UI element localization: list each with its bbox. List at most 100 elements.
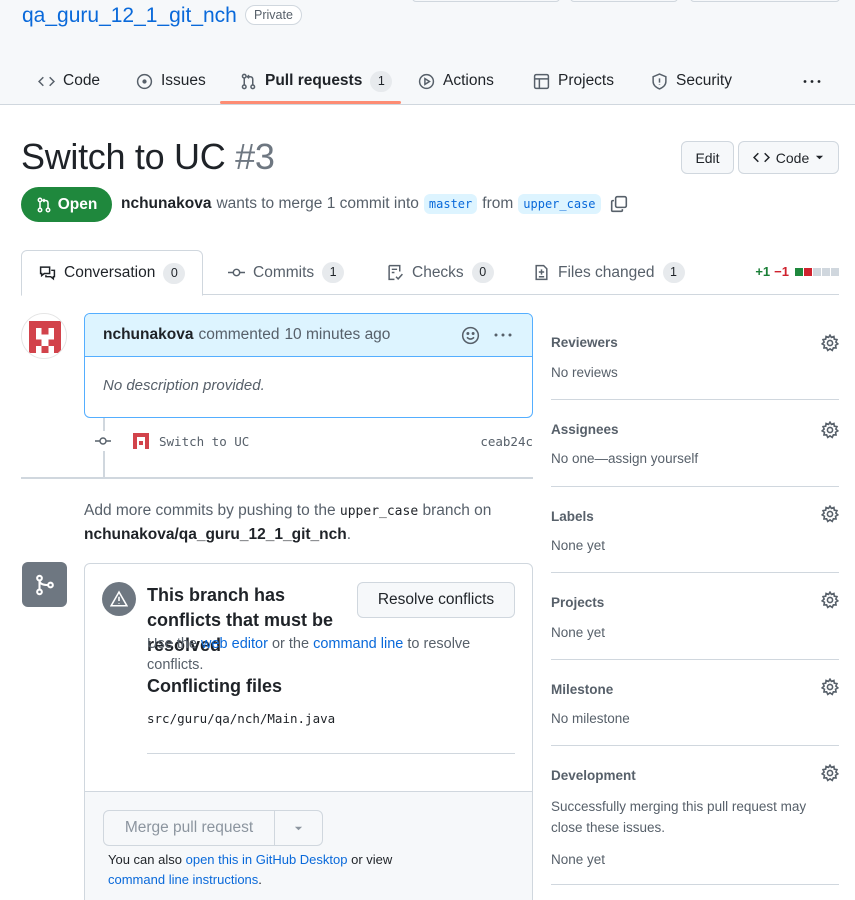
nav-label: Issues	[161, 72, 206, 89]
diffstat-deletions: −1	[774, 264, 789, 279]
comment-header: nchunakova commented 10 minutes ago	[85, 314, 532, 357]
comment-action: commented	[198, 326, 280, 343]
visibility-badge: Private	[245, 5, 302, 25]
sidebar-heading: Assignees	[551, 422, 619, 437]
tab-counter: 1	[662, 262, 685, 283]
kebab-horizontal-icon	[803, 79, 821, 83]
tab-files-changed[interactable]: Files changed 1	[533, 250, 685, 295]
repo-name-link[interactable]: qa_guru_12_1_git_nch	[22, 4, 237, 28]
commit-message-link[interactable]: Switch to UC	[159, 434, 249, 449]
command-line-instructions-link[interactable]: command line instructions	[108, 872, 258, 887]
pr-counter: 1	[370, 70, 393, 92]
code-icon	[752, 152, 770, 163]
nav-label: Code	[63, 72, 101, 89]
hint-text: Add more commits by pushing to the	[84, 502, 336, 519]
open-in-desktop-link[interactable]: open this in GitHub Desktop	[186, 852, 348, 867]
triangle-down-icon	[816, 155, 824, 160]
pr-author-link[interactable]: nchunakova	[121, 195, 211, 213]
sidebar-value: None yet	[551, 538, 606, 553]
assign-yourself-link[interactable]: No one—assign yourself	[551, 448, 698, 469]
nav-security[interactable]: Security	[651, 58, 732, 104]
git-pull-request-icon	[37, 197, 51, 212]
code-dropdown-button[interactable]: Code	[738, 141, 839, 174]
pr-state-badge: Open	[21, 187, 112, 222]
diffstat: +1 −1	[755, 264, 839, 279]
comment-timestamp[interactable]: 10 minutes ago	[284, 326, 390, 344]
kebab-horizontal-icon[interactable]	[492, 327, 514, 343]
merge-footer: Merge pull request You can also open thi…	[85, 791, 532, 900]
desc-text: or the	[271, 636, 310, 652]
merge-pull-request-button: Merge pull request	[103, 810, 323, 846]
divider	[147, 753, 515, 754]
pr-number: #3	[235, 136, 275, 177]
web-editor-link[interactable]: web editor	[201, 636, 268, 652]
pr-title: Switch to UC #3	[21, 136, 275, 178]
play-icon	[418, 73, 435, 89]
nav-code[interactable]: Code	[38, 58, 100, 104]
tab-counter: 0	[471, 262, 494, 283]
nav-projects[interactable]: Projects	[533, 58, 614, 104]
comment-body: No description provided.	[103, 377, 265, 394]
head-branch[interactable]: upper_case	[518, 194, 601, 214]
tab-checks[interactable]: Checks 0	[387, 250, 494, 295]
repo-nav: Code Issues Pull requests 1 Actions Proj…	[0, 58, 855, 105]
edit-button[interactable]: Edit	[681, 141, 734, 174]
file-diff-icon	[535, 264, 548, 281]
tab-counter: 0	[163, 262, 186, 284]
sidebar-assignees: Assignees No one—assign yourself	[551, 400, 839, 487]
resolve-conflicts-label: Resolve conflicts	[377, 591, 495, 608]
timeline-commit: Switch to UC ceab24c	[93, 430, 533, 452]
code-button-label: Code	[775, 149, 810, 166]
gear-icon[interactable]	[821, 764, 839, 782]
code-icon	[38, 76, 55, 86]
edit-button-label: Edit	[695, 149, 720, 166]
commit-sha-link[interactable]: ceab24c	[480, 434, 533, 449]
sidebar-value: Successfully merging this pull request m…	[551, 799, 807, 835]
desc-text: Use the	[147, 636, 197, 652]
sidebar-projects: Projects None yet	[551, 573, 839, 660]
triangle-down-icon	[294, 826, 303, 830]
shield-icon	[652, 72, 667, 90]
note-text: You can also	[108, 852, 182, 867]
commit-author-avatar[interactable]	[131, 431, 151, 451]
tab-label: Commits	[253, 263, 315, 281]
git-commit-icon	[228, 268, 245, 277]
merge-method-dropdown	[275, 811, 322, 845]
nav-issues[interactable]: Issues	[136, 58, 206, 104]
tab-commits[interactable]: Commits 1	[228, 250, 345, 295]
nav-actions[interactable]: Actions	[418, 58, 494, 104]
conflicting-files-title: Conflicting files	[147, 676, 282, 696]
gear-icon[interactable]	[821, 591, 839, 609]
sidebar-heading: Labels	[551, 509, 594, 524]
add-more-commits-hint: Add more commits by pushing to the upper…	[84, 499, 524, 546]
pr-state-label: Open	[57, 195, 98, 213]
base-branch[interactable]: master	[423, 194, 478, 214]
nav-more-button[interactable]	[802, 58, 822, 104]
smiley-icon[interactable]	[461, 326, 480, 345]
sidebar-heading: Projects	[551, 595, 605, 610]
tab-label: Checks	[412, 263, 464, 281]
nav-label: Actions	[443, 72, 494, 89]
header-action-button[interactable]	[570, 0, 678, 2]
gear-icon[interactable]	[821, 421, 839, 439]
repo-header: qa_guru_12_1_git_nch Private Code Issues…	[0, 0, 855, 105]
merge-box: This branch has conflicts that must be r…	[84, 563, 533, 900]
tab-conversation[interactable]: Conversation 0	[21, 250, 204, 296]
header-action-button[interactable]	[690, 0, 840, 2]
diffstat-additions: +1	[755, 264, 771, 279]
command-line-link[interactable]: command line	[313, 636, 403, 652]
git-commit-icon	[93, 431, 113, 451]
copy-icon[interactable]	[610, 195, 628, 213]
nav-pull-requests[interactable]: Pull requests 1	[240, 58, 393, 104]
resolve-conflicts-button[interactable]: Resolve conflicts	[357, 582, 515, 618]
avatar[interactable]	[21, 313, 67, 359]
gear-icon[interactable]	[821, 505, 839, 523]
gear-icon[interactable]	[821, 334, 839, 352]
header-action-button[interactable]	[412, 0, 560, 2]
diffstat-blocks	[795, 267, 839, 276]
issue-icon	[136, 73, 153, 89]
timeline-break	[21, 477, 533, 479]
pr-from-text: from	[482, 195, 514, 212]
comment-author-link[interactable]: nchunakova	[103, 326, 193, 344]
gear-icon[interactable]	[821, 678, 839, 696]
